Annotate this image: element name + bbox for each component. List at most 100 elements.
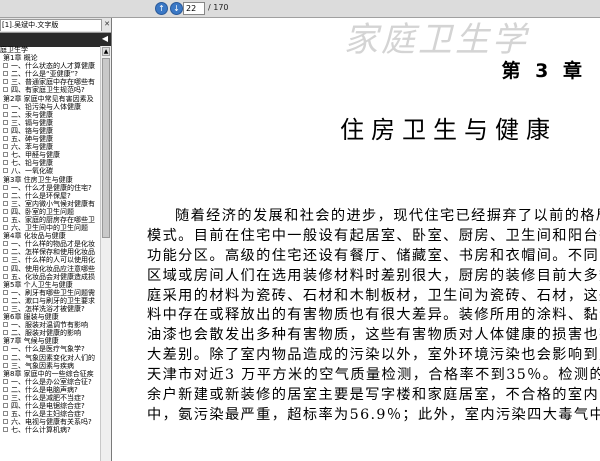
- bookmark-label: 二、气象因素变化对人们的: [11, 353, 95, 362]
- bookmark-item[interactable]: 二、气象因素变化对人们的: [0, 354, 100, 362]
- bookmark-item[interactable]: 第5章 个人卫生与健康: [0, 281, 100, 289]
- bookmark-label: 一、什么是办公室综合征?: [11, 377, 92, 386]
- bookmark-item[interactable]: 六、卫生间中的卫生问题: [0, 224, 100, 232]
- scroll-up-icon[interactable]: ▲: [102, 47, 110, 56]
- bookmark-item[interactable]: 二、漱口与刷牙的卫生要求: [0, 297, 100, 305]
- bookmark-item[interactable]: 第2章 家庭中常见有害因素及: [0, 95, 100, 103]
- bookmark-item[interactable]: 一、刷牙有哪些卫生问题需: [0, 289, 100, 297]
- bookmark-label: 一、服装对温调节有影响: [11, 321, 88, 330]
- text-line: 余户新建或新装修的居室主要是写字楼和家庭居室，不合格的室内空气: [147, 387, 600, 404]
- bookmark-label: 二、漱口与刷牙的卫生要求: [11, 296, 95, 305]
- bookmark-label: 三、普通家庭中存在哪些有: [11, 78, 95, 87]
- page-count: / 170: [208, 3, 229, 12]
- bookmark-item[interactable]: 七、铅与健康: [0, 159, 100, 167]
- bookmark-label: 三、镉与健康: [11, 118, 53, 127]
- bookmark-label: 第7章 气候与健康: [3, 337, 59, 346]
- bookmark-item[interactable]: 第1章 概论: [0, 54, 100, 62]
- bookmark-label: 七、什么计算机病?: [11, 426, 71, 435]
- bookmark-item[interactable]: 二、什么是“亚健康”?: [0, 70, 100, 78]
- bookmark-item[interactable]: 六、电视与健康有关系吗?: [0, 418, 100, 426]
- bookmark-label: 二、什么是“亚健康”?: [11, 70, 78, 79]
- bookmark-page-icon: [3, 419, 8, 425]
- bookmark-page-icon: [3, 79, 8, 85]
- bookmark-item[interactable]: 八、一氧化碳: [0, 167, 100, 175]
- bookmark-label: 七、甲醛与健康: [11, 151, 60, 160]
- bookmark-item[interactable]: 七、什么计算机病?: [0, 426, 100, 434]
- bookmark-item[interactable]: 三、什么是减肥不当症?: [0, 394, 100, 402]
- bookmark-item[interactable]: 五、什么是主妇综合症?: [0, 410, 100, 418]
- bookmark-item[interactable]: 二、服装对健康的影响: [0, 329, 100, 337]
- bookmark-item[interactable]: 一、铅污染与人体健康: [0, 103, 100, 111]
- bookmark-page-icon: [3, 216, 8, 222]
- previous-page-button[interactable]: ↑: [155, 2, 168, 15]
- bookmark-item[interactable]: 四、卧室的卫生问题: [0, 208, 100, 216]
- bookmark-item[interactable]: 二、什么是电脑声病?: [0, 386, 100, 394]
- bookmark-item[interactable]: 一、什么是办公室综合征?: [0, 378, 100, 386]
- bookmark-item[interactable]: 五、家庭的厨房存在哪些卫: [0, 216, 100, 224]
- bookmark-item[interactable]: 第3章 住房卫生与健康: [0, 176, 100, 184]
- bookmark-label: 庭卫生学: [0, 46, 28, 54]
- body-text: 随着经济的发展和社会的进步，现代住宅已经摒弃了以前的格局和 模式。目前在住宅中一般…: [147, 207, 600, 426]
- bookmark-item[interactable]: 三、气象因素与疾病: [0, 362, 100, 370]
- bookmark-item[interactable]: 七、甲醛与健康: [0, 151, 100, 159]
- bookmark-label: 三、怎样洗浴才被健康?: [11, 305, 85, 313]
- bookmark-item[interactable]: 庭卫生学: [0, 46, 100, 54]
- bookmark-item[interactable]: 一、服装对温调节有影响: [0, 321, 100, 329]
- bookmark-item[interactable]: 三、室内微小气候对健康有: [0, 200, 100, 208]
- bookmark-item[interactable]: 一、什么样的物品才是化妆: [0, 240, 100, 248]
- bookmark-page-icon: [3, 322, 8, 328]
- bookmark-scrollbar[interactable]: ▲: [100, 46, 111, 461]
- bookmark-page-icon: [3, 411, 8, 417]
- bookmark-item[interactable]: 一、什么才是健康的住宅?: [0, 184, 100, 192]
- collapse-panel-icon[interactable]: ◀: [102, 34, 108, 43]
- bookmark-label: 一、铅污染与人体健康: [11, 102, 81, 111]
- bookmark-item[interactable]: 四、有家庭卫生规范吗?: [0, 86, 100, 94]
- bookmark-label: 第1章 概论: [3, 54, 38, 63]
- bookmark-page-icon: [3, 168, 8, 174]
- bookmark-item[interactable]: 五、砷与健康: [0, 135, 100, 143]
- bookmark-item[interactable]: 第7章 气候与健康: [0, 337, 100, 345]
- bookmark-label: 四、卧室的卫生问题: [11, 207, 74, 216]
- bookmark-page-icon: [3, 192, 8, 198]
- text-line: 天津市对近3 万平方米的空气质量检测，合格率不到35％。检测的180: [147, 367, 600, 384]
- bookmark-item[interactable]: 二、什么是环保屋?: [0, 192, 100, 200]
- bookmark-item[interactable]: 三、镉与健康: [0, 119, 100, 127]
- bookmark-item[interactable]: 第8章 家庭中的一些综合征疾: [0, 370, 100, 378]
- bookmark-page-icon: [3, 395, 8, 401]
- document-page: 家庭卫生学 第 3 章 住房卫生与健康 随着经济的发展和社会的进步，现代住宅已经…: [112, 18, 600, 461]
- bookmark-label: 五、什么是主妇综合症?: [11, 410, 85, 419]
- close-icon[interactable]: ✕: [104, 20, 110, 28]
- bookmark-page-icon: [3, 144, 8, 150]
- bookmark-item[interactable]: 二、怎样保存和使用化妆品: [0, 248, 100, 256]
- bookmark-page-icon: [3, 257, 8, 263]
- bookmark-label: 三、什么是减肥不当症?: [11, 394, 85, 403]
- bookmark-page-icon: [3, 330, 8, 336]
- bookmark-item[interactable]: 三、怎样洗浴才被健康?: [0, 305, 100, 313]
- next-page-button[interactable]: ↓: [170, 2, 183, 15]
- bookmark-label: 六、卫生间中的卫生问题: [11, 224, 88, 233]
- bookmark-item[interactable]: 五、化妆品会对健康造成损: [0, 273, 100, 281]
- bookmark-item[interactable]: 三、普通家庭中存在哪些有: [0, 78, 100, 86]
- bookmark-item[interactable]: 六、苯与健康: [0, 143, 100, 151]
- scrollbar-thumb[interactable]: [102, 58, 110, 238]
- text-line: 料中存在或释放出的有害物质也有很大差异。装修所用的涂料、黏合剂、: [147, 307, 600, 324]
- bookmark-item[interactable]: 一、什么是医疗气象学?: [0, 345, 100, 353]
- bookmark-item[interactable]: 一、什么状态的人才算健康: [0, 62, 100, 70]
- tab-strip: [1].吴斌中.文字版 ✕: [0, 18, 111, 33]
- bookmark-item[interactable]: 四、铬与健康: [0, 127, 100, 135]
- bookmark-page-icon: [3, 136, 8, 142]
- bookmark-label: 一、什么才是健康的住宅?: [11, 183, 92, 192]
- bookmark-page-icon: [3, 63, 8, 69]
- bookmark-label: 第8章 家庭中的一些综合征疾: [3, 369, 94, 378]
- bookmark-item[interactable]: 四、什么是电锯综合症?: [0, 402, 100, 410]
- bookmark-item[interactable]: 第4章 化妆品与健康: [0, 232, 100, 240]
- bookmark-item[interactable]: 第6章 服装与健康: [0, 313, 100, 321]
- bookmark-item[interactable]: 四、使用化妆品应注意哪些: [0, 265, 100, 273]
- document-tab[interactable]: [1].吴斌中.文字版: [0, 19, 102, 31]
- page-number-input[interactable]: [183, 2, 205, 15]
- bookmark-item[interactable]: 三、什么样的人可以使用化: [0, 256, 100, 264]
- bookmark-page-icon: [3, 119, 8, 125]
- bookmark-page-icon: [3, 87, 8, 93]
- bookmark-item[interactable]: 二、汞与健康: [0, 111, 100, 119]
- bookmark-label: 一、刷牙有哪些卫生问题需: [11, 288, 95, 297]
